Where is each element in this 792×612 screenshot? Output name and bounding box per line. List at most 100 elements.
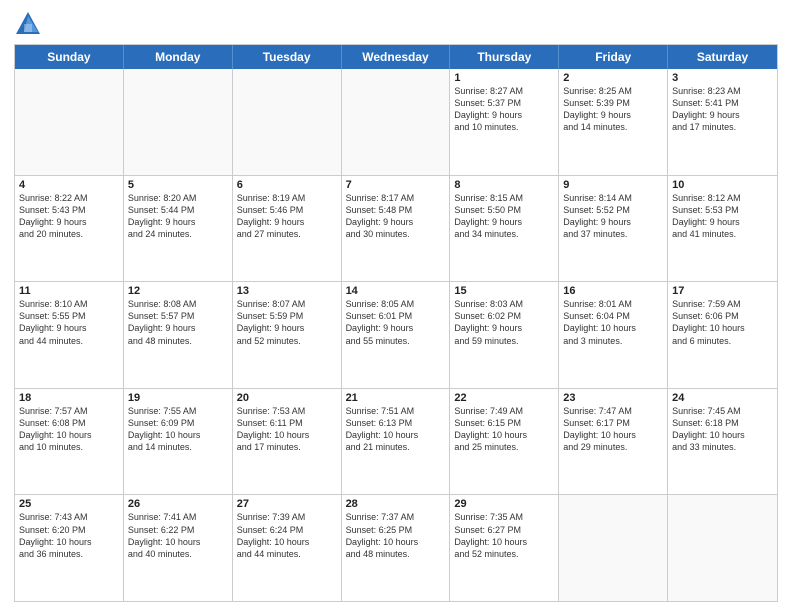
day-cell-28: 28Sunrise: 7:37 AM Sunset: 6:25 PM Dayli… [342,495,451,601]
day-cell-12: 12Sunrise: 8:08 AM Sunset: 5:57 PM Dayli… [124,282,233,388]
day-info: Sunrise: 7:39 AM Sunset: 6:24 PM Dayligh… [237,511,337,560]
day-number: 2 [563,72,663,84]
day-cell-13: 13Sunrise: 8:07 AM Sunset: 5:59 PM Dayli… [233,282,342,388]
day-number: 15 [454,285,554,297]
day-cell-10: 10Sunrise: 8:12 AM Sunset: 5:53 PM Dayli… [668,176,777,282]
day-info: Sunrise: 8:12 AM Sunset: 5:53 PM Dayligh… [672,192,773,241]
day-info: Sunrise: 8:22 AM Sunset: 5:43 PM Dayligh… [19,192,119,241]
day-info: Sunrise: 8:01 AM Sunset: 6:04 PM Dayligh… [563,298,663,347]
day-number: 9 [563,179,663,191]
day-cell-empty [124,69,233,175]
day-cell-empty [233,69,342,175]
day-info: Sunrise: 8:08 AM Sunset: 5:57 PM Dayligh… [128,298,228,347]
day-cell-6: 6Sunrise: 8:19 AM Sunset: 5:46 PM Daylig… [233,176,342,282]
day-cell-7: 7Sunrise: 8:17 AM Sunset: 5:48 PM Daylig… [342,176,451,282]
day-cell-16: 16Sunrise: 8:01 AM Sunset: 6:04 PM Dayli… [559,282,668,388]
header-day-thursday: Thursday [450,45,559,69]
header-day-friday: Friday [559,45,668,69]
header-day-monday: Monday [124,45,233,69]
calendar-body: 1Sunrise: 8:27 AM Sunset: 5:37 PM Daylig… [15,69,777,601]
day-info: Sunrise: 8:20 AM Sunset: 5:44 PM Dayligh… [128,192,228,241]
day-info: Sunrise: 8:17 AM Sunset: 5:48 PM Dayligh… [346,192,446,241]
day-info: Sunrise: 8:14 AM Sunset: 5:52 PM Dayligh… [563,192,663,241]
day-cell-19: 19Sunrise: 7:55 AM Sunset: 6:09 PM Dayli… [124,389,233,495]
day-number: 1 [454,72,554,84]
header-day-tuesday: Tuesday [233,45,342,69]
day-cell-17: 17Sunrise: 7:59 AM Sunset: 6:06 PM Dayli… [668,282,777,388]
day-info: Sunrise: 7:53 AM Sunset: 6:11 PM Dayligh… [237,405,337,454]
day-cell-empty [559,495,668,601]
day-cell-11: 11Sunrise: 8:10 AM Sunset: 5:55 PM Dayli… [15,282,124,388]
day-cell-empty [15,69,124,175]
day-number: 7 [346,179,446,191]
day-number: 14 [346,285,446,297]
week-row-3: 11Sunrise: 8:10 AM Sunset: 5:55 PM Dayli… [15,281,777,388]
week-row-2: 4Sunrise: 8:22 AM Sunset: 5:43 PM Daylig… [15,175,777,282]
week-row-1: 1Sunrise: 8:27 AM Sunset: 5:37 PM Daylig… [15,69,777,175]
day-cell-4: 4Sunrise: 8:22 AM Sunset: 5:43 PM Daylig… [15,176,124,282]
day-number: 8 [454,179,554,191]
logo [14,10,46,38]
day-number: 13 [237,285,337,297]
day-number: 4 [19,179,119,191]
day-info: Sunrise: 7:47 AM Sunset: 6:17 PM Dayligh… [563,405,663,454]
day-cell-18: 18Sunrise: 7:57 AM Sunset: 6:08 PM Dayli… [15,389,124,495]
day-number: 12 [128,285,228,297]
day-cell-3: 3Sunrise: 8:23 AM Sunset: 5:41 PM Daylig… [668,69,777,175]
day-number: 29 [454,498,554,510]
day-info: Sunrise: 8:10 AM Sunset: 5:55 PM Dayligh… [19,298,119,347]
day-number: 25 [19,498,119,510]
logo-icon [14,10,42,38]
day-number: 20 [237,392,337,404]
day-cell-9: 9Sunrise: 8:14 AM Sunset: 5:52 PM Daylig… [559,176,668,282]
day-number: 5 [128,179,228,191]
week-row-5: 25Sunrise: 7:43 AM Sunset: 6:20 PM Dayli… [15,494,777,601]
day-info: Sunrise: 7:41 AM Sunset: 6:22 PM Dayligh… [128,511,228,560]
day-number: 17 [672,285,773,297]
day-info: Sunrise: 7:57 AM Sunset: 6:08 PM Dayligh… [19,405,119,454]
day-number: 28 [346,498,446,510]
day-info: Sunrise: 8:15 AM Sunset: 5:50 PM Dayligh… [454,192,554,241]
day-cell-26: 26Sunrise: 7:41 AM Sunset: 6:22 PM Dayli… [124,495,233,601]
day-info: Sunrise: 7:51 AM Sunset: 6:13 PM Dayligh… [346,405,446,454]
day-number: 10 [672,179,773,191]
day-number: 21 [346,392,446,404]
day-info: Sunrise: 8:19 AM Sunset: 5:46 PM Dayligh… [237,192,337,241]
day-number: 24 [672,392,773,404]
calendar: SundayMondayTuesdayWednesdayThursdayFrid… [14,44,778,602]
day-cell-15: 15Sunrise: 8:03 AM Sunset: 6:02 PM Dayli… [450,282,559,388]
day-info: Sunrise: 8:27 AM Sunset: 5:37 PM Dayligh… [454,85,554,134]
day-cell-14: 14Sunrise: 8:05 AM Sunset: 6:01 PM Dayli… [342,282,451,388]
day-number: 22 [454,392,554,404]
day-number: 23 [563,392,663,404]
day-info: Sunrise: 7:43 AM Sunset: 6:20 PM Dayligh… [19,511,119,560]
day-cell-24: 24Sunrise: 7:45 AM Sunset: 6:18 PM Dayli… [668,389,777,495]
day-cell-empty [342,69,451,175]
day-cell-20: 20Sunrise: 7:53 AM Sunset: 6:11 PM Dayli… [233,389,342,495]
day-number: 19 [128,392,228,404]
day-info: Sunrise: 7:59 AM Sunset: 6:06 PM Dayligh… [672,298,773,347]
day-cell-27: 27Sunrise: 7:39 AM Sunset: 6:24 PM Dayli… [233,495,342,601]
day-info: Sunrise: 7:35 AM Sunset: 6:27 PM Dayligh… [454,511,554,560]
day-info: Sunrise: 7:55 AM Sunset: 6:09 PM Dayligh… [128,405,228,454]
day-info: Sunrise: 7:45 AM Sunset: 6:18 PM Dayligh… [672,405,773,454]
header-day-sunday: Sunday [15,45,124,69]
calendar-header: SundayMondayTuesdayWednesdayThursdayFrid… [15,45,777,69]
day-info: Sunrise: 8:05 AM Sunset: 6:01 PM Dayligh… [346,298,446,347]
header-day-saturday: Saturday [668,45,777,69]
day-info: Sunrise: 8:03 AM Sunset: 6:02 PM Dayligh… [454,298,554,347]
day-cell-23: 23Sunrise: 7:47 AM Sunset: 6:17 PM Dayli… [559,389,668,495]
day-cell-21: 21Sunrise: 7:51 AM Sunset: 6:13 PM Dayli… [342,389,451,495]
page: SundayMondayTuesdayWednesdayThursdayFrid… [0,0,792,612]
day-cell-empty [668,495,777,601]
week-row-4: 18Sunrise: 7:57 AM Sunset: 6:08 PM Dayli… [15,388,777,495]
day-info: Sunrise: 8:25 AM Sunset: 5:39 PM Dayligh… [563,85,663,134]
day-number: 26 [128,498,228,510]
day-cell-22: 22Sunrise: 7:49 AM Sunset: 6:15 PM Dayli… [450,389,559,495]
day-cell-8: 8Sunrise: 8:15 AM Sunset: 5:50 PM Daylig… [450,176,559,282]
day-number: 16 [563,285,663,297]
day-info: Sunrise: 8:07 AM Sunset: 5:59 PM Dayligh… [237,298,337,347]
day-cell-1: 1Sunrise: 8:27 AM Sunset: 5:37 PM Daylig… [450,69,559,175]
day-info: Sunrise: 7:49 AM Sunset: 6:15 PM Dayligh… [454,405,554,454]
header-day-wednesday: Wednesday [342,45,451,69]
